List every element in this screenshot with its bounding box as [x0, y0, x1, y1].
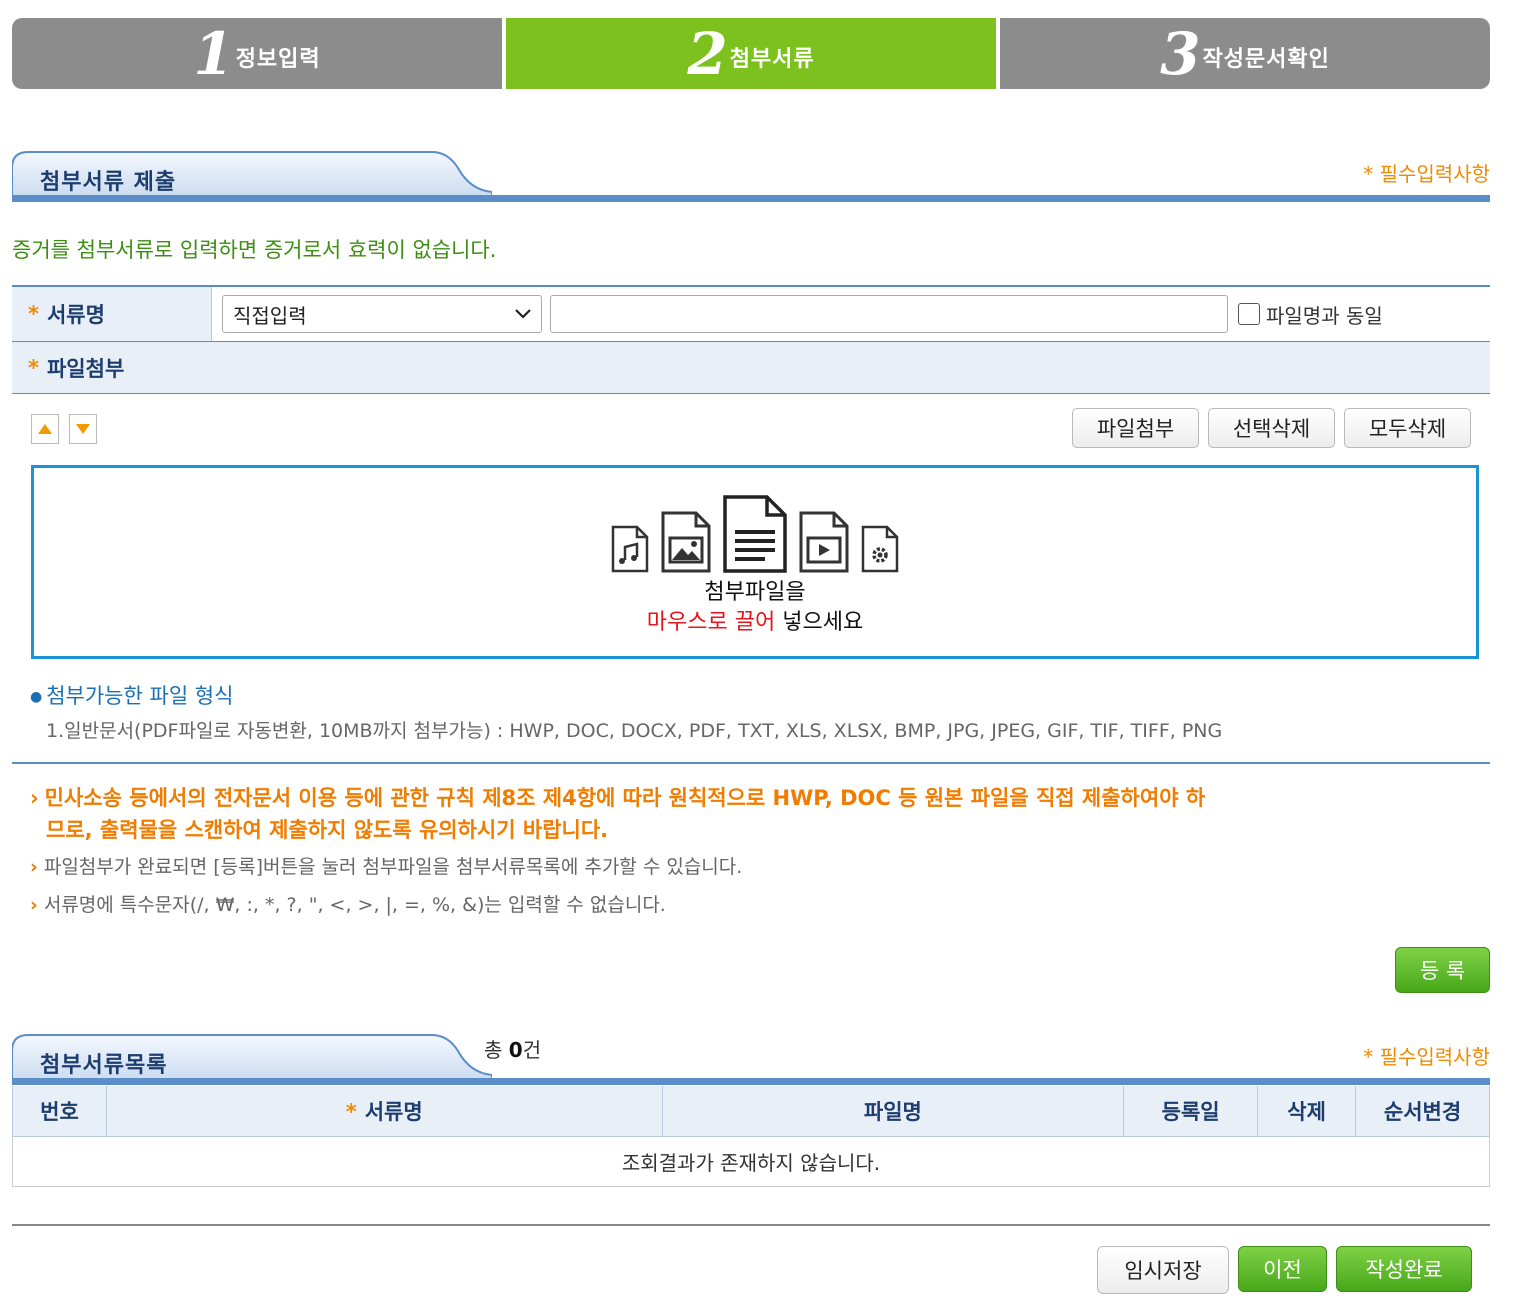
chevron-right-icon: ›: [30, 786, 39, 810]
allowed-formats-title-text: 첨부가능한 파일 형식: [46, 684, 234, 708]
step-2-active: 2 첨부서류: [502, 18, 996, 89]
scan-warning-text1: 민사소송 등에서의 전자문서 이용 등에 관한 규칙 제8조 제4항에 따라 원…: [44, 786, 1206, 810]
doc-name-row: * 서류명 직접입력 파일명과 동일: [12, 287, 1490, 342]
register-info-text: 파일첨부가 완료되면 [등록]버튼을 눌러 첨부파일을 첨부서류목록에 추가할 …: [43, 856, 743, 878]
temp-save-button[interactable]: 임시저장: [1097, 1246, 1229, 1294]
total-count-value: 0: [508, 1038, 523, 1062]
register-button[interactable]: 등 록: [1395, 947, 1490, 993]
dropzone-instructions: 첨부파일을 마우스로 끌어 넣으세요: [34, 578, 1476, 638]
list-section-header: 첨부서류목록 * 필수입력사항: [12, 1033, 1490, 1085]
table-header-row: 번호 * 서류명 파일명 등록일 삭제 순서변경: [12, 1086, 1490, 1137]
attach-section-header: 첨부서류 제출 * 필수입력사항: [12, 150, 1490, 202]
file-type-icons: [34, 494, 1476, 574]
same-as-filename-label: 파일명과 동일: [1266, 303, 1383, 328]
section-title: 첨부서류 제출: [40, 170, 177, 195]
doc-name-input[interactable]: [550, 295, 1228, 333]
section-underline: [12, 1078, 1490, 1085]
dropzone-drag-text: 마우스로 끌어: [646, 610, 776, 635]
total-count: 총 0건: [484, 1034, 541, 1063]
arrow-down-icon: [76, 424, 90, 434]
file-attach-label-text: 파일첨부: [46, 356, 125, 381]
delete-all-button[interactable]: 모두삭제: [1344, 408, 1471, 448]
move-up-button[interactable]: [31, 414, 59, 444]
column-doc-name-text: 서류명: [364, 1099, 423, 1124]
attach-file-button[interactable]: 파일첨부: [1072, 408, 1199, 448]
chevron-right-icon: ›: [30, 894, 38, 916]
doc-type-select[interactable]: 직접입력: [222, 295, 542, 333]
special-char-info: › 서류명에 특수문자(/, ₩, :, *, ?, ", <, >, |, =,…: [30, 890, 666, 917]
scan-warning-line2: 므로, 출력물을 스캔하여 제출하지 않도록 유의하시기 바랍니다.: [46, 818, 609, 842]
image-file-icon: [661, 511, 711, 573]
scan-warning: › 민사소송 등에서의 전자문서 이용 등에 관한 규칙 제8조 제4항에 따라 …: [30, 782, 1490, 846]
step-1: 1 정보입력: [12, 18, 502, 89]
settings-file-icon: [861, 525, 899, 573]
same-as-filename[interactable]: 파일명과 동일: [1238, 300, 1383, 329]
doc-name-label: * 서류명: [12, 287, 212, 341]
step-3: 3 작성문서확인: [996, 18, 1490, 89]
step-2-number: 2: [687, 19, 727, 88]
column-reorder: 순서변경: [1355, 1086, 1490, 1137]
register-info: › 파일첨부가 완료되면 [등록]버튼을 눌러 첨부파일을 첨부서류목록에 추가할…: [30, 852, 742, 879]
footer-divider: [12, 1224, 1490, 1226]
allowed-formats-title: ● 첨부가능한 파일 형식: [30, 680, 233, 710]
step-1-number: 1: [193, 19, 233, 88]
chevron-down-icon: [515, 309, 531, 319]
required-star: *: [345, 1099, 357, 1124]
column-number: 번호: [12, 1086, 107, 1137]
prev-button[interactable]: 이전: [1238, 1246, 1327, 1292]
document-file-icon: [723, 495, 787, 573]
step-1-label: 정보입력: [235, 46, 321, 72]
column-doc-name: * 서류명: [105, 1086, 663, 1137]
empty-message: 조회결과가 존재하지 않습니다.: [12, 1135, 1490, 1187]
divider: [12, 762, 1490, 764]
section-title: 첨부서류목록: [40, 1053, 168, 1078]
dropzone-line2: 마우스로 끌어 넣으세요: [34, 608, 1476, 638]
attachment-list-table: 번호 * 서류명 파일명 등록일 삭제 순서변경 조회결과가 존재하지 않습니다.: [12, 1086, 1490, 1187]
delete-selected-button[interactable]: 선택삭제: [1208, 408, 1335, 448]
column-delete: 삭제: [1257, 1086, 1357, 1137]
allowed-formats-list: 1.일반문서(PDF파일로 자동변환, 10MB까지 첨부가능) : HWP, …: [46, 720, 1223, 742]
file-attach-row: * 파일첨부: [12, 342, 1490, 394]
move-down-button[interactable]: [69, 414, 97, 444]
progress-stepper: 1 정보입력 2 첨부서류 3 작성문서확인: [12, 18, 1490, 89]
required-note: * 필수입력사항: [1363, 1045, 1490, 1069]
step-3-number: 3: [1160, 19, 1200, 88]
dropzone-drop-text: 넣으세요: [775, 610, 864, 635]
same-as-filename-checkbox[interactable]: [1238, 303, 1260, 325]
complete-button[interactable]: 작성완료: [1336, 1246, 1472, 1292]
section-underline: [12, 195, 1490, 202]
doc-name-cell: 직접입력 파일명과 동일: [212, 287, 1490, 341]
bullet-icon: ●: [30, 689, 43, 705]
file-dropzone[interactable]: 첨부파일을 마우스로 끌어 넣으세요: [31, 465, 1479, 659]
attach-form: * 서류명 직접입력 파일명과 동일 * 파일첨부: [12, 285, 1490, 394]
special-char-info-text: 서류명에 특수문자(/, ₩, :, *, ?, ", <, >, |, =, …: [43, 894, 666, 916]
video-file-icon: [799, 511, 849, 573]
evidence-notice: 증거를 첨부서류로 입력하면 증거로서 효력이 없습니다.: [12, 238, 497, 262]
file-attach-label: * 파일첨부: [12, 342, 412, 393]
chevron-right-icon: ›: [30, 856, 38, 878]
music-file-icon: [611, 525, 649, 573]
column-reg-date: 등록일: [1123, 1086, 1259, 1137]
section-tab: 첨부서류목록: [12, 1033, 492, 1083]
doc-type-selected: 직접입력: [233, 303, 307, 328]
dropzone-line1: 첨부파일을: [704, 580, 806, 605]
section-tab: 첨부서류 제출: [12, 150, 492, 200]
required-note: * 필수입력사항: [1363, 162, 1490, 186]
total-prefix: 총: [484, 1038, 509, 1062]
required-star: *: [28, 302, 39, 326]
step-3-label: 작성문서확인: [1202, 46, 1330, 72]
arrow-up-icon: [38, 424, 52, 434]
scan-warning-line1: › 민사소송 등에서의 전자문서 이용 등에 관한 규칙 제8조 제4항에 따라 …: [30, 782, 1490, 814]
column-file-name: 파일명: [661, 1086, 1125, 1137]
table-row: 조회결과가 존재하지 않습니다.: [12, 1135, 1490, 1187]
step-2-label: 첨부서류: [729, 46, 815, 72]
total-suffix: 건: [522, 1038, 542, 1062]
required-star: *: [28, 355, 39, 380]
doc-name-label-text: 서류명: [46, 303, 105, 327]
